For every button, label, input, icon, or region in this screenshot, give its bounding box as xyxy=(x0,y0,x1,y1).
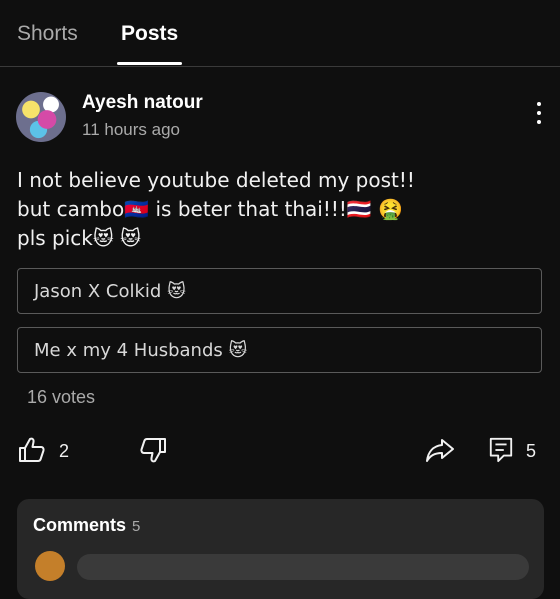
comments-title: Comments xyxy=(33,515,127,535)
share-icon[interactable] xyxy=(425,437,455,463)
comments-count: 5 xyxy=(132,518,141,535)
post-body: I not believe youtube deleted my post!! … xyxy=(17,166,415,253)
comment-count: 5 xyxy=(526,441,537,461)
like-count: 2 xyxy=(59,441,70,461)
author-avatar[interactable] xyxy=(16,92,66,142)
poll-option[interactable]: Me x my 4 Husbands 😻 xyxy=(17,327,542,373)
tab-shorts[interactable]: Shorts xyxy=(17,22,78,46)
poll-option[interactable]: Jason X Colkid 😻 xyxy=(17,268,542,314)
thumb-up-icon[interactable] xyxy=(18,437,46,463)
add-comment-input[interactable] xyxy=(77,554,529,580)
tab-bar: Shorts Posts xyxy=(0,0,560,67)
post-line: but cambo🇰🇭 is beter that thai!!!🇹🇭 🤮 xyxy=(17,197,404,221)
more-vert-icon[interactable] xyxy=(529,102,549,130)
thumb-down-icon[interactable] xyxy=(139,437,167,463)
post-line: pls pick😻 😻 xyxy=(17,226,141,250)
tab-posts[interactable]: Posts xyxy=(121,22,178,46)
comments-header: Comments 5 xyxy=(33,515,140,536)
post-line: I not believe youtube deleted my post!! xyxy=(17,168,415,192)
user-avatar xyxy=(35,551,65,581)
comments-panel[interactable]: Comments 5 xyxy=(17,499,544,599)
active-tab-indicator xyxy=(117,62,182,65)
post-time: 11 hours ago xyxy=(82,120,180,139)
vote-count: 16 votes xyxy=(27,387,96,407)
author-name[interactable]: Ayesh natour xyxy=(82,92,203,114)
comment-icon[interactable] xyxy=(488,437,514,463)
